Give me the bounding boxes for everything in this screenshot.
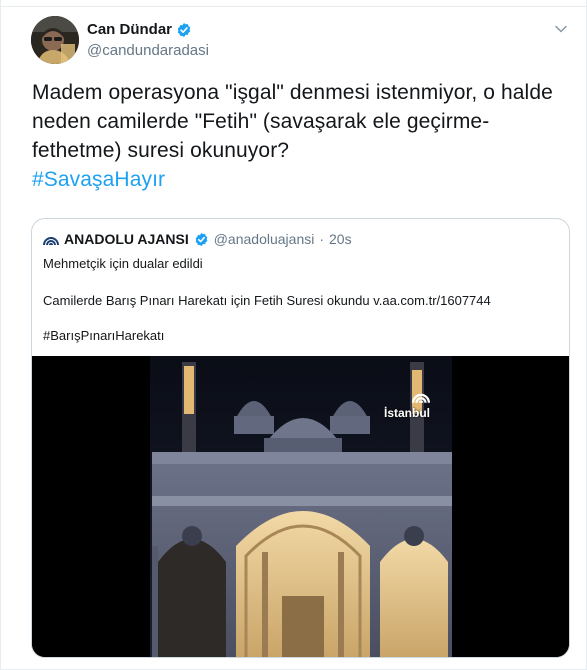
anadolu-logo-icon	[412, 393, 431, 404]
quoted-hashtag[interactable]: #BarışPınarıHarekatı	[43, 328, 164, 343]
tweet-text-line: fethetme) suresi okunuyor?	[32, 139, 290, 162]
verified-badge-icon	[177, 22, 191, 37]
quoted-text-line: Camilerde Barış Pınarı Harekatı için Fet…	[43, 293, 491, 308]
quoted-tweet[interactable]: ANADOLU AJANSI @anadoluajansi · 20s Mehm…	[31, 218, 570, 658]
chevron-down-icon[interactable]	[554, 22, 568, 36]
video-location-label: İstanbul	[384, 406, 431, 420]
tweet-text-line: Madem operasyona "işgal" denmesi istenmi…	[32, 81, 553, 104]
verified-badge-icon	[195, 232, 208, 246]
divider	[1, 6, 587, 7]
video-player[interactable]: İstanbul	[32, 356, 569, 657]
mosque-video-frame	[32, 356, 569, 657]
avatar-image	[31, 16, 79, 64]
avatar[interactable]	[31, 16, 79, 64]
hashtag-link[interactable]: #SavaşaHayır	[32, 165, 572, 194]
author-name[interactable]: Can Dündar	[87, 21, 172, 38]
quoted-author-handle: @anadoluajansi	[213, 231, 315, 247]
author-handle[interactable]: @candundaradasi	[87, 42, 209, 59]
video-location-overlay: İstanbul	[384, 388, 430, 420]
separator-dot: ·	[319, 231, 325, 247]
tweet-text: Madem operasyona "işgal" denmesi istenmi…	[32, 78, 572, 194]
quoted-tweet-header: ANADOLU AJANSI @anadoluajansi · 20s	[43, 231, 352, 247]
quoted-author-name[interactable]: ANADOLU AJANSI	[64, 231, 189, 247]
tweet-author: Can Dündar @candundaradasi	[87, 21, 209, 59]
tweet-text-line: neden camilerde "Fetih" (savaşarak ele g…	[32, 110, 490, 133]
anadolu-logo-icon	[43, 237, 59, 246]
quoted-time: 20s	[329, 231, 352, 247]
quoted-text-line: Mehmetçik için dualar edildi	[43, 256, 203, 271]
tweet-card[interactable]: Can Dündar @candundaradasi Madem operasy…	[0, 0, 587, 670]
